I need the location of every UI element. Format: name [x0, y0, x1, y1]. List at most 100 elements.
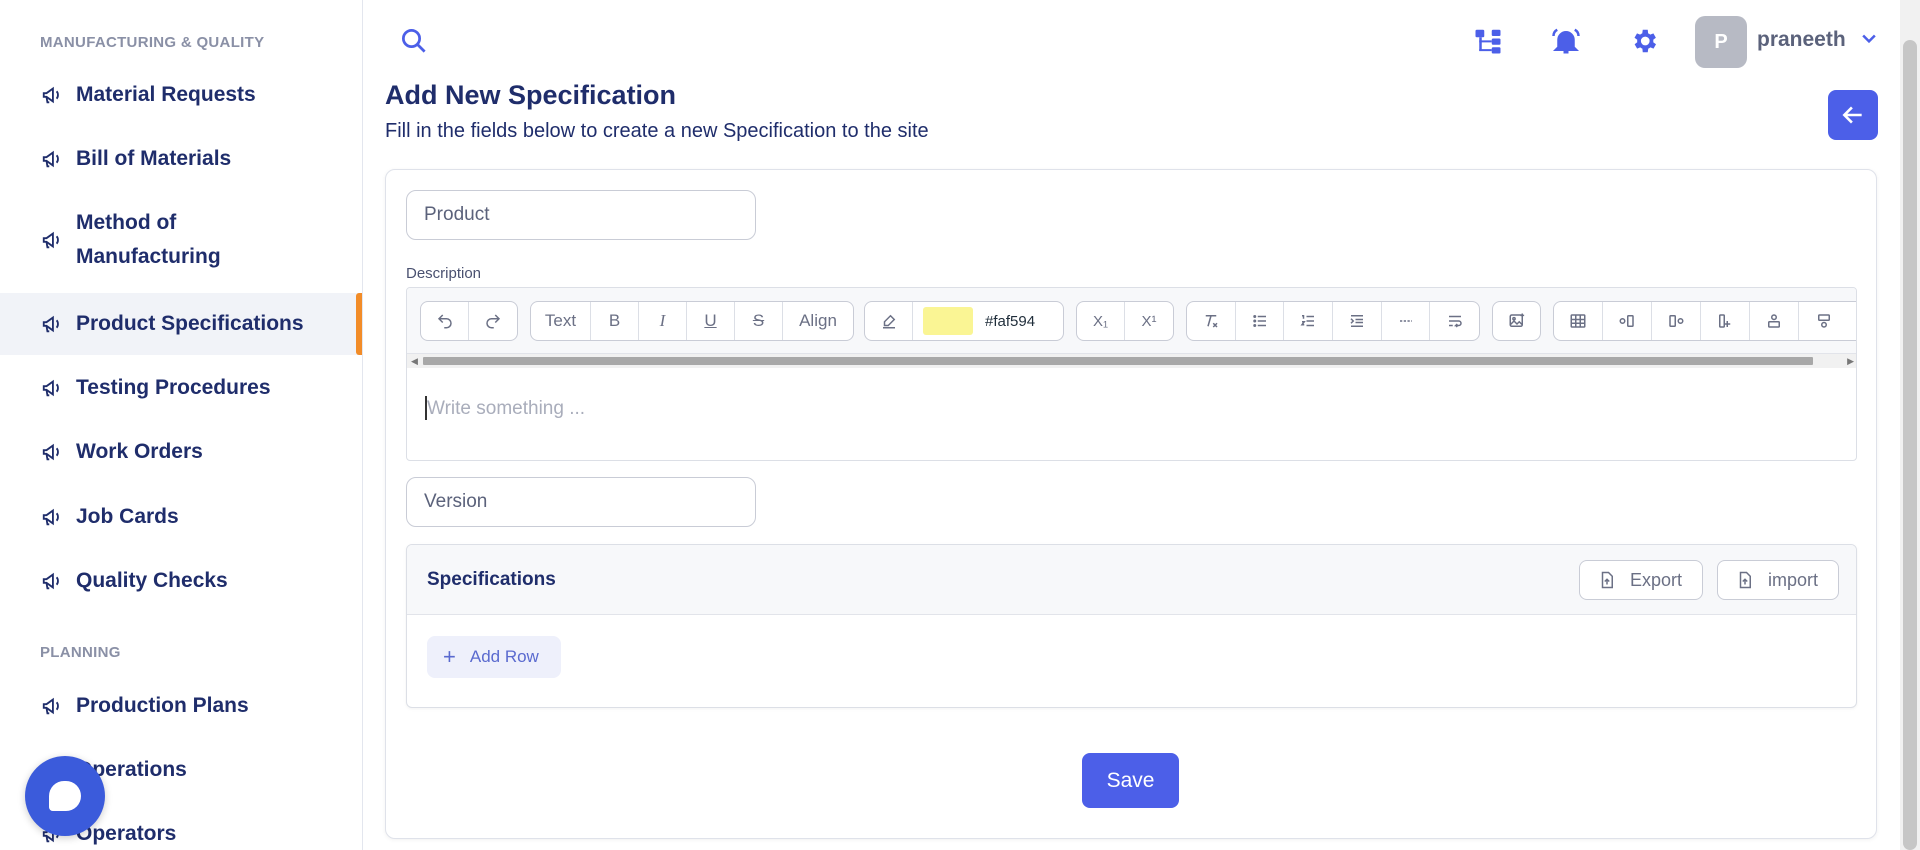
sidebar-item-testing-procedures[interactable]: Testing Procedures — [0, 371, 362, 405]
sidebar: MANUFACTURING & QUALITY Material Request… — [0, 0, 363, 850]
add-column-after-button[interactable] — [1652, 302, 1701, 340]
chat-launcher-button[interactable] — [25, 756, 105, 836]
italic-button[interactable]: I — [639, 302, 687, 340]
bold-button[interactable]: B — [591, 302, 639, 340]
superscript-button[interactable]: X¹ — [1125, 302, 1173, 340]
add-row-label: Add Row — [469, 647, 539, 666]
delete-column-button[interactable] — [1701, 302, 1750, 340]
sidebar-item-label: Manufacturing — [76, 245, 221, 268]
highlighter-button[interactable] — [865, 302, 913, 340]
image-icon — [1509, 313, 1524, 327]
megaphone-icon — [40, 147, 64, 171]
align-button[interactable]: Align — [783, 302, 853, 340]
add-row-button[interactable]: + Add Row — [427, 636, 561, 678]
sidebar-item-production-plans[interactable]: Production Plans — [0, 689, 362, 723]
plus-icon: + — [443, 644, 456, 669]
search-icon[interactable] — [399, 26, 429, 56]
save-button[interactable]: Save — [1082, 753, 1179, 808]
media-group — [1492, 301, 1541, 341]
color-swatch[interactable] — [923, 307, 973, 335]
undo-icon — [437, 314, 452, 329]
megaphone-icon — [40, 376, 64, 400]
horizontal-rule-icon — [1399, 320, 1412, 322]
sidebar-item-material-requests[interactable]: Material Requests — [0, 78, 362, 112]
table-group — [1553, 301, 1856, 341]
underline-button[interactable]: U — [687, 302, 735, 340]
sidebar-item-label: Work Orders — [76, 440, 203, 463]
add-column-before-button[interactable] — [1603, 302, 1652, 340]
paragraph-group — [1186, 301, 1480, 341]
chat-icon — [49, 781, 81, 811]
sidebar-item-label: Testing Procedures — [76, 376, 271, 399]
toolbar-scrollbar[interactable]: ◀ ▶ — [407, 354, 1856, 368]
bell-icon[interactable] — [1551, 26, 1581, 56]
line-break-button[interactable] — [1430, 302, 1479, 340]
sidebar-item-method-of-manufacturing[interactable]: Method of Manufacturing — [0, 206, 362, 274]
megaphone-icon — [40, 505, 64, 529]
table-icon — [1570, 314, 1586, 328]
clear-format-button[interactable] — [1187, 302, 1236, 340]
sitemap-icon[interactable] — [1473, 26, 1503, 56]
undo-button[interactable] — [421, 302, 470, 340]
add-row-before-button[interactable] — [1750, 302, 1799, 340]
editor-content-area[interactable]: Write something ... — [427, 398, 585, 420]
add-row-after-icon — [1817, 314, 1830, 328]
wrap-text-icon — [1448, 315, 1462, 328]
redo-button[interactable] — [469, 302, 517, 340]
insert-image-button[interactable] — [1493, 302, 1540, 340]
insert-table-button[interactable] — [1554, 302, 1603, 340]
section-title-planning: PLANNING — [40, 644, 121, 661]
export-label: Export — [1630, 569, 1683, 590]
sidebar-item-label: Job Cards — [76, 505, 179, 528]
add-row-after-button[interactable] — [1799, 302, 1848, 340]
add-column-before-icon — [1619, 315, 1634, 327]
bullet-list-button[interactable] — [1236, 302, 1285, 340]
page-scrollbar[interactable] — [1900, 0, 1920, 850]
product-input[interactable]: Product — [406, 190, 756, 240]
chevron-down-icon[interactable] — [1859, 28, 1879, 48]
sidebar-item-quality-checks[interactable]: Quality Checks — [0, 564, 362, 598]
username[interactable]: praneeth — [1757, 28, 1846, 52]
scroll-right-arrow[interactable]: ▶ — [1847, 356, 1854, 367]
megaphone-icon — [40, 694, 64, 718]
horizontal-rule-button[interactable] — [1382, 302, 1431, 340]
sidebar-item-work-orders[interactable]: Work Orders — [0, 435, 362, 469]
clear-format-icon — [1205, 315, 1218, 328]
color-hex-value[interactable]: #faf594 — [985, 313, 1035, 330]
highlight-group: #faf594 — [864, 301, 1064, 341]
text-style-button[interactable]: Text — [531, 302, 591, 340]
indent-icon — [1350, 315, 1363, 327]
megaphone-icon — [40, 83, 64, 107]
version-input[interactable]: Version — [406, 477, 756, 527]
megaphone-icon — [40, 228, 64, 252]
sidebar-item-product-specifications[interactable]: Product Specifications — [0, 293, 362, 355]
scroll-left-arrow[interactable]: ◀ — [411, 356, 418, 367]
highlight-color-picker[interactable]: #faf594 — [913, 302, 1063, 340]
scrollbar-thumb[interactable] — [1903, 40, 1917, 850]
megaphone-icon — [40, 312, 64, 336]
subscript-button[interactable]: X₁ — [1077, 302, 1126, 340]
editor-toolbar: Text B I U S Align #faf594 X₁ X¹ — [407, 288, 1856, 354]
megaphone-icon — [40, 569, 64, 593]
numbered-list-icon — [1300, 315, 1315, 327]
sidebar-item-label: Bill of Materials — [76, 147, 232, 170]
section-title-manufacturing: MANUFACTURING & QUALITY — [40, 34, 265, 51]
import-button[interactable]: import — [1717, 560, 1840, 600]
gear-icon[interactable] — [1629, 26, 1659, 56]
numbered-list-button[interactable] — [1284, 302, 1334, 340]
strikethrough-button[interactable]: S — [735, 302, 783, 340]
add-row-before-icon — [1768, 314, 1780, 328]
import-label: import — [1768, 569, 1819, 590]
avatar[interactable]: P — [1695, 16, 1747, 68]
app-root: MANUFACTURING & QUALITY Material Request… — [0, 0, 1920, 850]
export-button[interactable]: Export — [1579, 560, 1704, 600]
indent-button[interactable] — [1333, 302, 1382, 340]
sidebar-item-bill-of-materials[interactable]: Bill of Materials — [0, 142, 362, 176]
highlighter-icon — [882, 314, 895, 329]
format-group: Text B I U S Align — [530, 301, 854, 341]
sidebar-item-job-cards[interactable]: Job Cards — [0, 500, 362, 534]
toolbar-scrollbar-thumb[interactable] — [423, 357, 1813, 365]
back-button[interactable] — [1828, 90, 1878, 140]
add-column-after-icon — [1669, 315, 1684, 327]
specifications-panel: Specifications Export import + Add Row — [406, 544, 1857, 708]
